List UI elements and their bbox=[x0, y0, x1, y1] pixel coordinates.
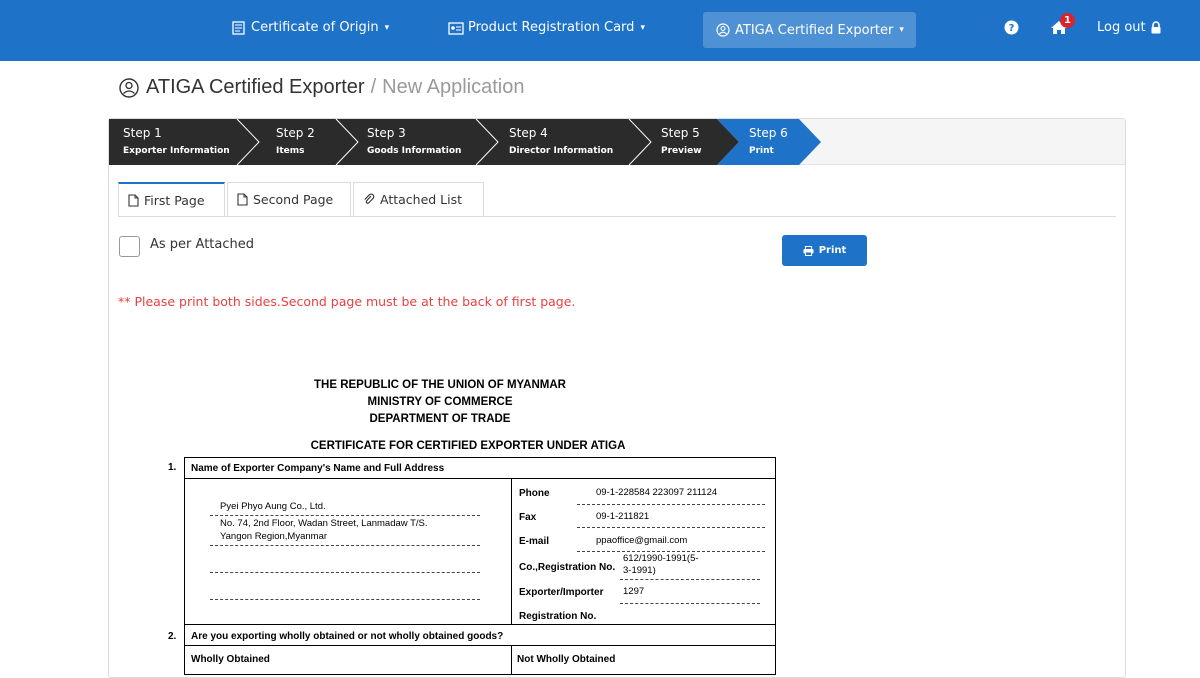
certificate-title: CERTIFICATE FOR CERTIFIED EXPORTER UNDER… bbox=[310, 440, 626, 452]
fax-value: 09-1-211821 bbox=[596, 511, 650, 522]
chevron-down-icon: ▾ bbox=[899, 25, 904, 35]
exporter-importer-underline bbox=[620, 603, 760, 604]
notification-badge: 1 bbox=[1060, 13, 1075, 28]
logout-button[interactable]: Log out bbox=[1097, 20, 1162, 35]
lock-icon bbox=[1151, 21, 1161, 34]
as-per-attached-checkbox[interactable] bbox=[119, 236, 140, 257]
address-line-2: Yangon Region,Myanmar bbox=[220, 531, 328, 542]
row-2-body bbox=[184, 645, 776, 675]
as-per-attached-label: As per Attached bbox=[150, 237, 254, 252]
certificate-table: 1. Name of Exporter Company's Name and F… bbox=[150, 457, 776, 675]
exporter-importer-value: 1297 bbox=[623, 586, 645, 597]
row-2-title: Are you exporting wholly obtained or not… bbox=[191, 631, 504, 642]
wholly-obtained-label: Wholly Obtained bbox=[191, 654, 270, 665]
tab-first-page-label: First Page bbox=[144, 192, 205, 208]
user-circle-icon bbox=[119, 77, 139, 98]
print-button-label: Print bbox=[818, 245, 847, 256]
breadcrumb: ATIGA Certified Exporter / New Applicati… bbox=[118, 76, 524, 99]
co-registration-label: Co.,Registration No. bbox=[519, 562, 616, 573]
file-icon bbox=[237, 193, 248, 206]
file-icon bbox=[128, 193, 139, 207]
print-button[interactable]: Print bbox=[782, 235, 867, 266]
company-name: Pyei Phyo Aung Co., Ltd. bbox=[220, 501, 326, 512]
breadcrumb-current[interactable]: ATIGA Certified Exporter bbox=[146, 76, 365, 99]
not-wholly-obtained-label: Not Wholly Obtained bbox=[517, 654, 616, 665]
step-3-subtitle: Goods Information bbox=[367, 146, 462, 156]
nav-certificate-of-origin[interactable]: Certificate of Origin ▾ bbox=[231, 20, 389, 35]
tab-second-page-label: Second Page bbox=[253, 192, 334, 207]
step-1-title: Step 1 bbox=[123, 126, 162, 140]
notifications-button[interactable]: 1 bbox=[1050, 13, 1075, 35]
address-underline-3 bbox=[210, 599, 480, 600]
step-6-subtitle: Print bbox=[749, 146, 774, 156]
email-underline bbox=[577, 551, 765, 552]
co-registration-value-2: 3-1991) bbox=[623, 565, 656, 576]
fax-underline bbox=[577, 527, 765, 528]
tab-divider bbox=[118, 216, 1116, 217]
nav-certificate-of-origin-label: Certificate of Origin bbox=[251, 20, 379, 35]
tab-first-page[interactable]: First Page bbox=[118, 182, 225, 216]
chevron-down-icon: ▾ bbox=[384, 22, 390, 33]
step-3-title: Step 3 bbox=[367, 126, 406, 140]
step-4-title: Step 4 bbox=[509, 126, 548, 140]
printer-icon bbox=[803, 245, 814, 256]
id-card-icon bbox=[448, 21, 464, 35]
registration-no-label: Registration No. bbox=[519, 611, 597, 622]
document-heading-2: MINISTRY OF COMMERCE bbox=[367, 396, 513, 408]
email-value: ppaoffice@gmail.com bbox=[596, 535, 688, 546]
address-underline-2 bbox=[210, 572, 480, 573]
step-5-subtitle: Preview bbox=[661, 146, 702, 156]
phone-underline bbox=[577, 504, 765, 505]
wizard-steps: Step 1 Exporter Information Step 2 Items… bbox=[109, 119, 1125, 165]
chevron-down-icon: ▾ bbox=[640, 22, 645, 33]
co-registration-underline bbox=[620, 579, 760, 580]
row-2-number: 2. bbox=[168, 631, 177, 642]
help-button[interactable]: ? bbox=[1004, 20, 1019, 35]
tab-second-page[interactable]: Second Page bbox=[227, 182, 351, 216]
breadcrumb-sub: New Application bbox=[382, 76, 525, 98]
document-heading-3: DEPARTMENT OF TRADE bbox=[369, 413, 511, 425]
document-heading-1: THE REPUBLIC OF THE UNION OF MYANMAR bbox=[314, 379, 566, 391]
step-6-title: Step 6 bbox=[749, 126, 788, 140]
address-underline-1 bbox=[210, 545, 480, 546]
nav-product-registration-card-label: Product Registration Card bbox=[468, 20, 635, 35]
address-line-1: No. 74, 2nd Floor, Wadan Street, Lanmada… bbox=[220, 518, 428, 529]
step-5-title: Step 5 bbox=[661, 126, 700, 140]
document-icon bbox=[232, 20, 245, 35]
fax-label: Fax bbox=[519, 512, 537, 523]
nav-product-registration-card[interactable]: Product Registration Card ▾ bbox=[448, 20, 645, 35]
phone-value: 09-1-228584 223097 211124 bbox=[596, 487, 718, 498]
step-4-shape[interactable] bbox=[476, 119, 651, 165]
question-circle-icon: ? bbox=[1004, 20, 1019, 35]
step-2-subtitle: Items bbox=[276, 146, 305, 156]
row-1-title: Name of Exporter Company's Name and Full… bbox=[191, 463, 445, 474]
co-registration-value-1: 612/1990-1991(5- bbox=[623, 553, 699, 564]
step-3-shape[interactable] bbox=[336, 119, 498, 165]
step-1-subtitle: Exporter Information bbox=[123, 146, 230, 156]
top-navbar: Certificate of Origin ▾ Product Registra… bbox=[0, 0, 1200, 61]
tab-attached-list-label: Attached List bbox=[380, 192, 463, 207]
logout-label: Log out bbox=[1097, 20, 1146, 35]
email-label: E-mail bbox=[519, 536, 550, 547]
nav-atiga-certified-exporter[interactable]: ATIGA Certified Exporter ▾ bbox=[703, 12, 916, 48]
step-4-subtitle: Director Information bbox=[509, 146, 614, 156]
svg-text:?: ? bbox=[1009, 23, 1015, 34]
nav-atiga-certified-exporter-label: ATIGA Certified Exporter bbox=[735, 22, 894, 38]
company-name-underline bbox=[210, 515, 480, 516]
print-notice: ** Please print both sides.Second page m… bbox=[118, 294, 576, 309]
paperclip-icon bbox=[364, 193, 375, 204]
row-2-divider bbox=[511, 645, 512, 675]
user-circle-icon bbox=[716, 23, 730, 37]
row-1-divider bbox=[511, 478, 512, 625]
breadcrumb-separator: / bbox=[370, 76, 377, 98]
tab-attached-list[interactable]: Attached List bbox=[353, 182, 484, 216]
phone-label: Phone bbox=[519, 488, 550, 499]
exporter-importer-label: Exporter/Importer bbox=[519, 587, 604, 598]
row-1-number: 1. bbox=[168, 462, 177, 473]
step-2-title: Step 2 bbox=[276, 126, 315, 140]
